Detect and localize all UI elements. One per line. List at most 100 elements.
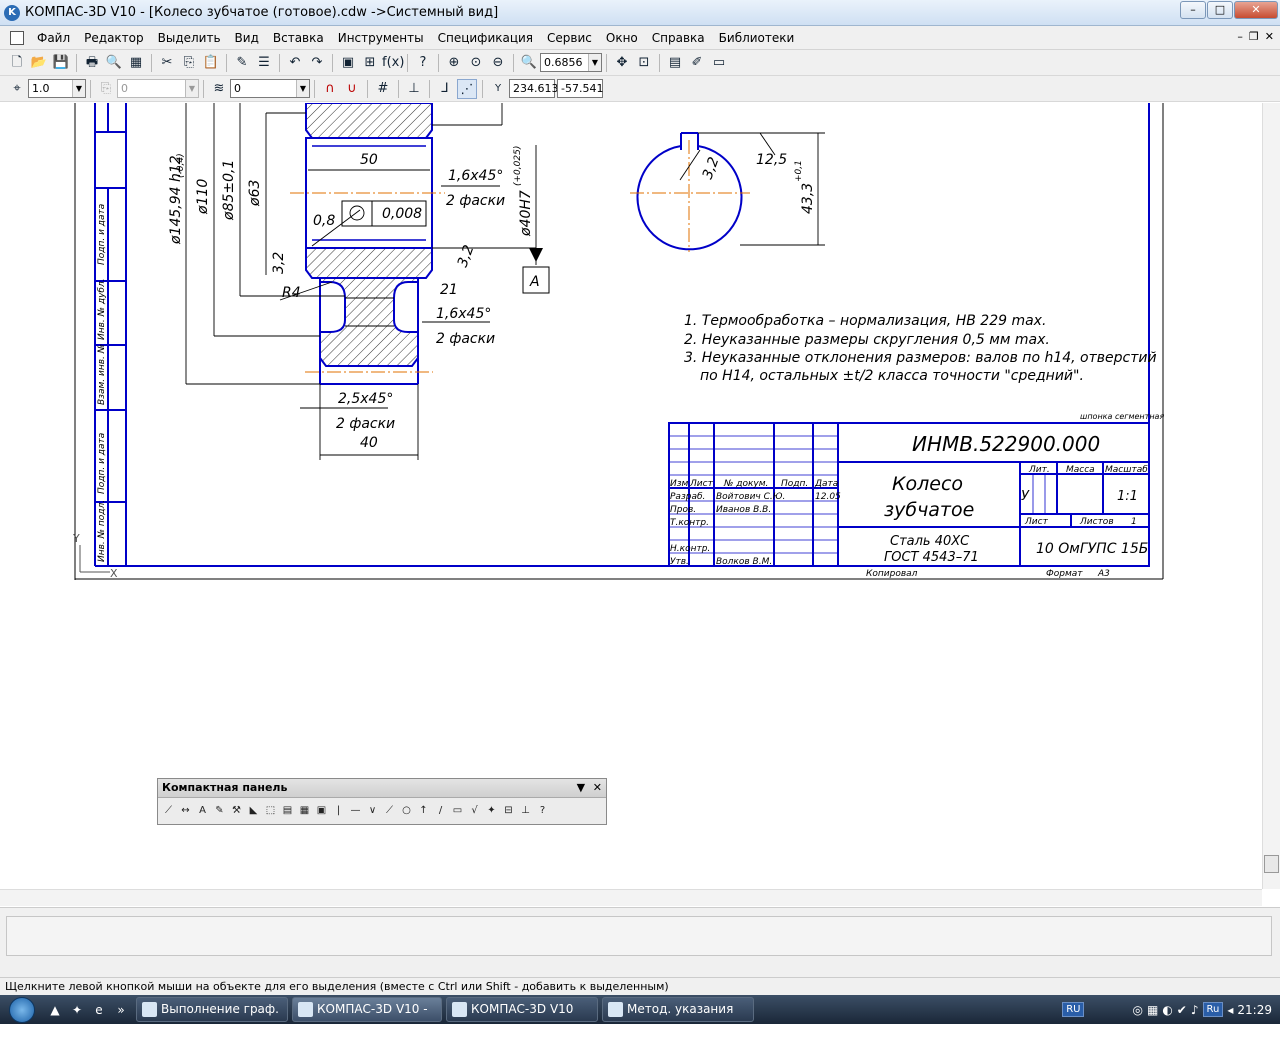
arrow-icon[interactable]: ↑	[415, 801, 432, 820]
layer-field[interactable]: 0 ▼	[230, 79, 310, 98]
chevron-down-icon[interactable]: ▼	[588, 54, 601, 71]
dimensions-icon[interactable]: ↔	[177, 801, 194, 820]
paste-icon[interactable]: 📋	[201, 53, 221, 73]
mdi-restore-icon[interactable]: ❐	[1249, 30, 1259, 43]
ortho-icon[interactable]: ⅃	[435, 79, 455, 99]
scroll-thumb[interactable]	[1264, 855, 1279, 873]
y-coordinate-field[interactable]: -57.541	[557, 79, 603, 98]
cut-icon[interactable]: ✂	[157, 53, 177, 73]
local-cs-icon[interactable]: ⊥	[404, 79, 424, 99]
compact-panel-header[interactable]: Компактная панель ▼ ✕	[158, 779, 606, 798]
leader-icon[interactable]: /	[432, 801, 449, 820]
drawing-canvas[interactable]: Подп. и дата Инв. № дубл. Взам. инв. № П…	[0, 103, 1262, 889]
keyboard-layout-indicator[interactable]: Ru	[1202, 1002, 1224, 1017]
help-icon[interactable]: ?	[534, 801, 551, 820]
copy-icon[interactable]: ⎘	[179, 53, 199, 73]
properties-icon[interactable]: ✎	[232, 53, 252, 73]
notation-icon[interactable]: A	[194, 801, 211, 820]
tray-shield-icon[interactable]: ✔	[1177, 1003, 1187, 1017]
tolerance-icon[interactable]: ⊟	[500, 801, 517, 820]
language-indicator[interactable]: RU	[1062, 1002, 1085, 1017]
menu-view[interactable]: Вид	[228, 31, 266, 45]
monitor-icon[interactable]: ▭	[709, 53, 729, 73]
list-icon[interactable]: ☰	[254, 53, 274, 73]
slope-icon[interactable]: ⟋	[381, 801, 398, 820]
mark-icon[interactable]: ✦	[483, 801, 500, 820]
magnet-snap-icon[interactable]: ∪	[342, 79, 362, 99]
pan-icon[interactable]: ✥	[612, 53, 632, 73]
menu-libraries[interactable]: Библиотеки	[712, 31, 802, 45]
parametrization-icon[interactable]: ⚒	[228, 801, 245, 820]
line-icon[interactable]: —	[347, 801, 364, 820]
tray-volume-icon[interactable]: ◐	[1162, 1003, 1172, 1017]
table-icon[interactable]: ▭	[449, 801, 466, 820]
prepare-print-icon[interactable]: ▦	[126, 53, 146, 73]
snap-icon[interactable]: ⌖	[7, 79, 27, 99]
round-icon[interactable]: ⋰	[457, 78, 477, 99]
menu-window[interactable]: Окно	[599, 31, 645, 45]
clock[interactable]: 21:29	[1237, 1003, 1272, 1017]
menu-specification[interactable]: Спецификация	[431, 31, 540, 45]
taskbar-item-method[interactable]: Метод. указания	[602, 997, 754, 1022]
base-icon[interactable]: ⊥	[517, 801, 534, 820]
print-preview-icon[interactable]: 🔍	[104, 53, 124, 73]
zoom-in-icon[interactable]: ⊕	[444, 53, 464, 73]
open-icon[interactable]: 📂	[29, 53, 49, 73]
minimize-button[interactable]: –	[1180, 1, 1206, 19]
menu-tools[interactable]: Инструменты	[331, 31, 431, 45]
manager-icon[interactable]: ▣	[338, 53, 358, 73]
menu-help[interactable]: Справка	[645, 31, 712, 45]
document-icon[interactable]	[10, 30, 24, 45]
grid-icon[interactable]: #	[373, 79, 393, 99]
redo-icon[interactable]: ↷	[307, 53, 327, 73]
x-coordinate-field[interactable]: 234.613	[509, 79, 559, 98]
maximize-button[interactable]: □	[1207, 1, 1233, 19]
taskbar-item-kompas-doc[interactable]: КОМПАС-3D V10 - [...	[292, 997, 442, 1039]
mdi-minimize-icon[interactable]: –	[1237, 30, 1243, 43]
save-icon[interactable]: 💾	[51, 53, 71, 73]
chevron-down-icon[interactable]: ▼	[72, 80, 85, 97]
show-all-icon[interactable]: ⊡	[634, 53, 654, 73]
variables-icon[interactable]: ⊞	[360, 53, 380, 73]
zoom-field[interactable]: 0.6856 ▼	[540, 53, 602, 72]
zoom-scale-icon[interactable]: 🔍	[519, 53, 539, 73]
panel-close-icon[interactable]: ✕	[593, 781, 602, 794]
print-icon[interactable]: 🖶	[82, 53, 102, 73]
quicklaunch-tool-icon[interactable]: ✦	[66, 999, 88, 1021]
quicklaunch-app-icon[interactable]: ▲	[44, 999, 66, 1021]
undo-icon[interactable]: ↶	[285, 53, 305, 73]
style-field[interactable]: 1.0 ▼	[28, 79, 86, 98]
zoom-window-icon[interactable]: ⊙	[466, 53, 486, 73]
magnet-icon[interactable]: ∩	[320, 79, 340, 99]
geometry-icon[interactable]: ⟋	[160, 801, 177, 820]
taskbar-item-kompas[interactable]: КОМПАС-3D V10	[446, 997, 598, 1022]
close-button[interactable]: ✕	[1234, 1, 1278, 19]
edit-icon[interactable]: ✎	[211, 801, 228, 820]
select-icon[interactable]: ⬚	[262, 801, 279, 820]
panel-menu-icon[interactable]: ▼	[577, 781, 585, 794]
spec-icon[interactable]: ▤	[279, 801, 296, 820]
tray-arrow-icon[interactable]: ◂	[1227, 1003, 1233, 1017]
help-pointer-icon[interactable]: ?	[413, 53, 433, 73]
function-icon[interactable]: f(x)	[382, 53, 404, 73]
circle-tool-icon[interactable]: ○	[398, 801, 415, 820]
vertical-scrollbar[interactable]	[1262, 103, 1280, 889]
layer-state-icon[interactable]: ≋	[209, 79, 229, 99]
reports-icon[interactable]: ▦	[296, 801, 313, 820]
quicklaunch-browser-icon[interactable]: e	[88, 999, 110, 1021]
angle-icon[interactable]: ∨	[364, 801, 381, 820]
pencil-icon[interactable]: ✐	[687, 53, 707, 73]
menu-insert[interactable]: Вставка	[266, 31, 331, 45]
taskbar-item-folder[interactable]: Выполнение граф. ...	[136, 997, 288, 1039]
zoom-out-icon[interactable]: ⊖	[488, 53, 508, 73]
measure-icon[interactable]: ◣	[245, 801, 262, 820]
chevron-down-icon[interactable]: ▼	[296, 80, 309, 97]
quicklaunch-more-icon[interactable]: »	[110, 999, 132, 1021]
tray-speaker-icon[interactable]: ♪	[1191, 1003, 1199, 1017]
menu-select[interactable]: Выделить	[151, 31, 228, 45]
start-button[interactable]	[0, 995, 44, 1024]
insert-icon[interactable]: ▣	[313, 801, 330, 820]
mdi-close-icon[interactable]: ✕	[1265, 30, 1274, 43]
layers-icon[interactable]: ▤	[665, 53, 685, 73]
tray-network-icon[interactable]: ◎	[1132, 1003, 1142, 1017]
